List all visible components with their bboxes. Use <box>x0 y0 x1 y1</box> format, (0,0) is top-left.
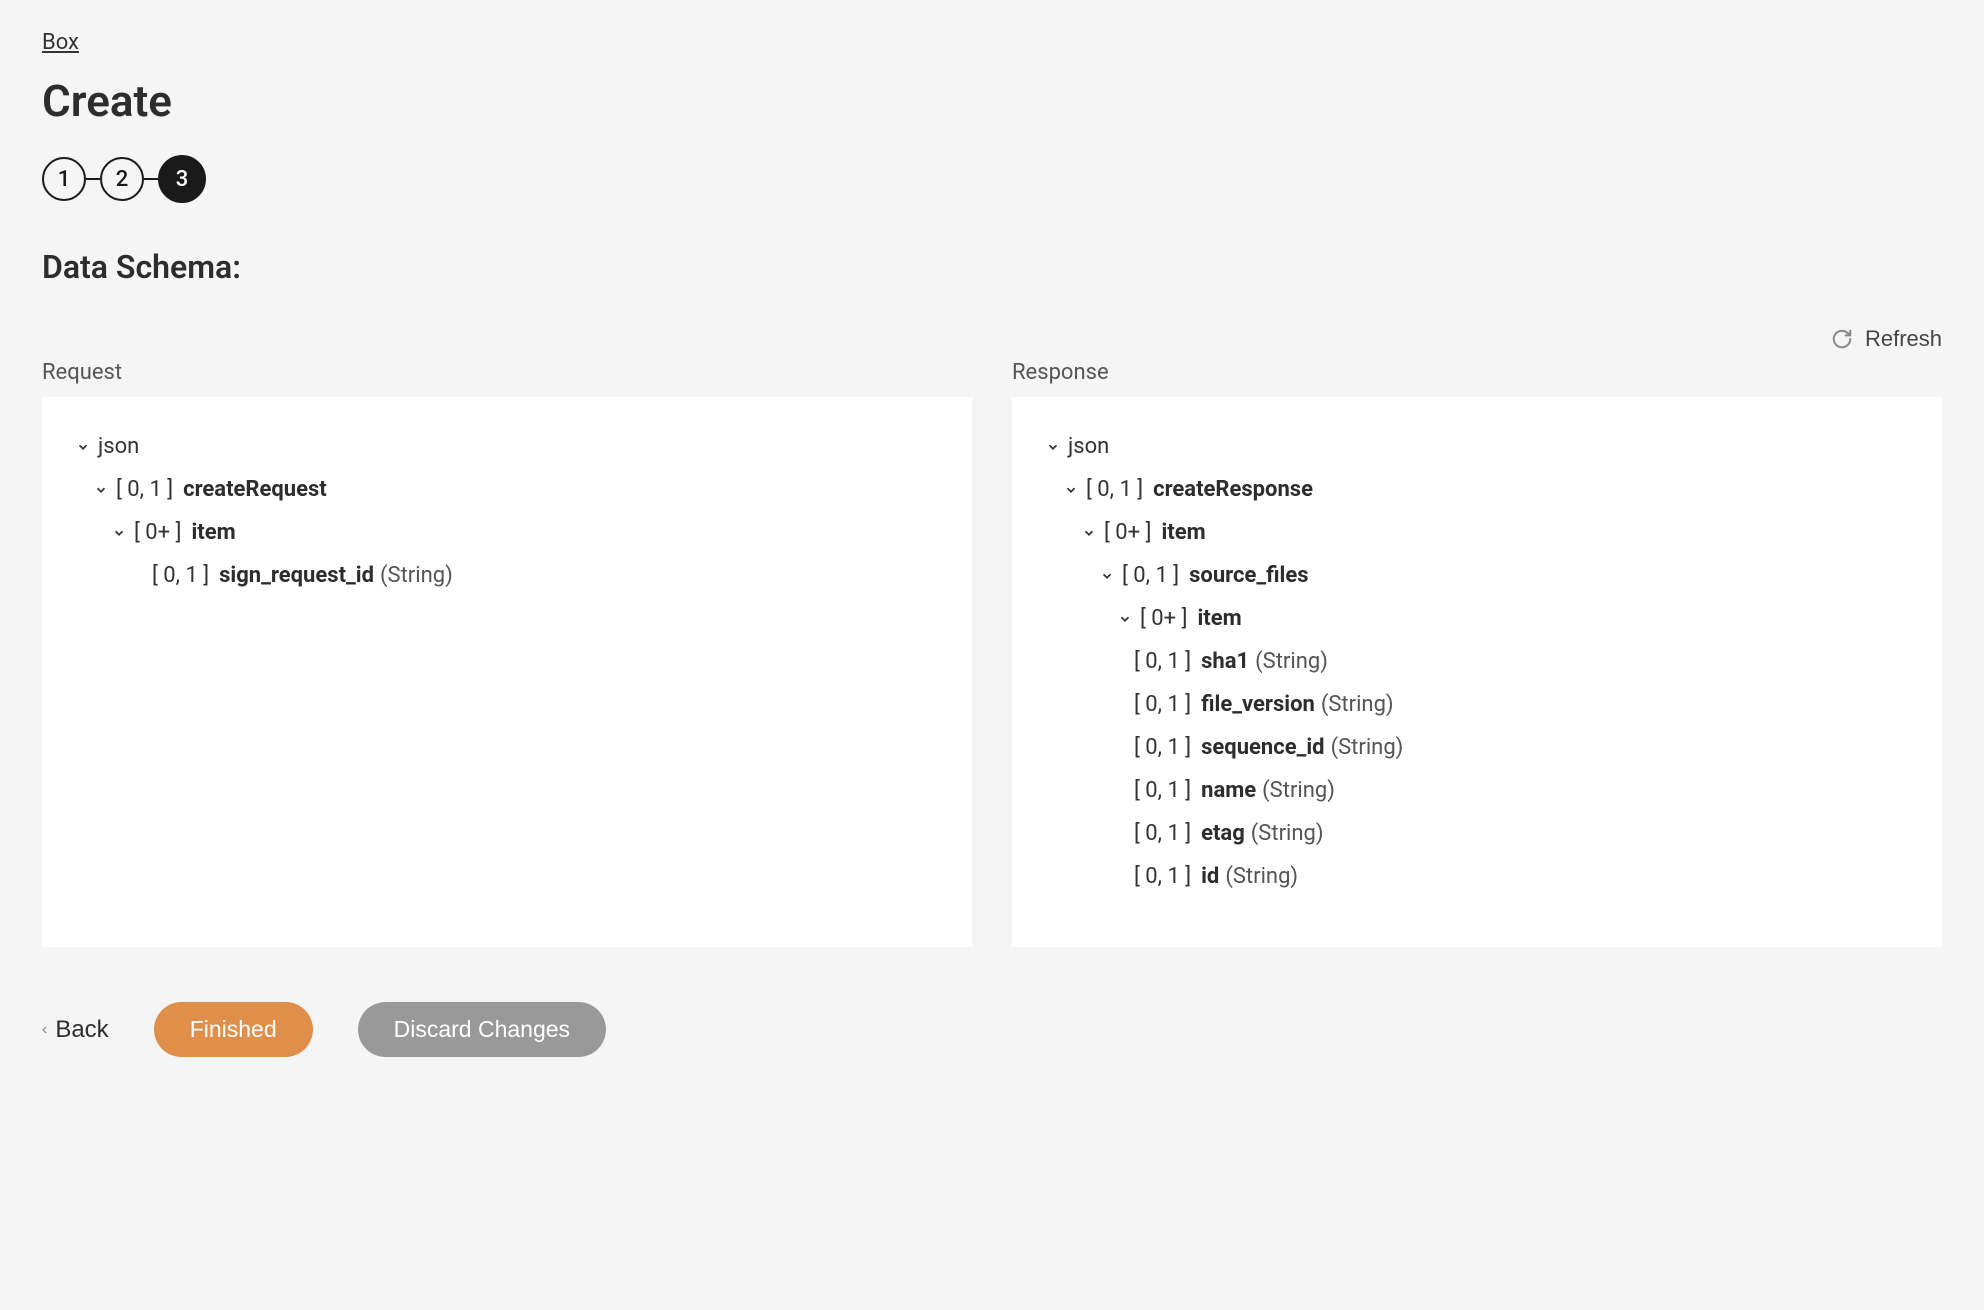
chevron-down-icon <box>1116 610 1134 628</box>
stepper: 1 2 3 <box>42 155 1942 203</box>
cardinality: [ 0, 1 ] <box>1134 774 1191 807</box>
node-name: sha1 <box>1201 645 1249 678</box>
cardinality: [ 0, 1 ] <box>1134 688 1191 721</box>
cardinality: [ 0+ ] <box>134 516 181 549</box>
cardinality: [ 0, 1 ] <box>1134 731 1191 764</box>
node-name: createResponse <box>1153 473 1313 506</box>
refresh-button[interactable]: Refresh <box>1831 326 1942 352</box>
node-name: file_version <box>1201 688 1315 721</box>
node-name: sign_request_id <box>219 559 374 592</box>
chevron-down-icon <box>1080 524 1098 542</box>
cardinality: [ 0, 1 ] <box>1134 817 1191 850</box>
cardinality: [ 0, 1 ] <box>1134 860 1191 893</box>
discard-button[interactable]: Discard Changes <box>358 1002 606 1057</box>
node-type: (String) <box>1262 774 1335 807</box>
node-name: item <box>1161 516 1205 549</box>
node-name: name <box>1201 774 1256 807</box>
node-name: id <box>1201 860 1219 893</box>
cardinality: [ 0, 1 ] <box>1134 645 1191 678</box>
chevron-down-icon <box>1098 567 1116 585</box>
cardinality: [ 0, 1 ] <box>1086 473 1143 506</box>
node-type: (String) <box>380 559 453 592</box>
tree-node-item[interactable]: [ 0+ ] item <box>74 511 940 554</box>
tree-node-item[interactable]: [ 0+ ] item <box>1044 511 1910 554</box>
node-name: item <box>191 516 235 549</box>
tree-node-sha1[interactable]: [ 0, 1 ] sha1 (String) <box>1044 640 1910 683</box>
step-connector <box>86 178 100 180</box>
tree-node-json[interactable]: json <box>1044 425 1910 468</box>
tree-node-id[interactable]: [ 0, 1 ] id (String) <box>1044 855 1910 898</box>
response-column: Response json [ 0, 1 ] createResponse <box>1012 360 1942 947</box>
chevron-down-icon <box>1062 481 1080 499</box>
back-button[interactable]: ‹ Back <box>42 1016 109 1044</box>
response-label: Response <box>1012 360 1942 385</box>
chevron-left-icon: ‹ <box>42 1021 47 1039</box>
chevron-down-icon <box>1044 438 1062 456</box>
breadcrumb-link-box[interactable]: Box <box>42 30 79 55</box>
tree-node-create-request[interactable]: [ 0, 1 ] createRequest <box>74 468 940 511</box>
request-panel: json [ 0, 1 ] createRequest [ 0+ ] item … <box>42 397 972 947</box>
tree-node-json[interactable]: json <box>74 425 940 468</box>
node-type: (String) <box>1321 688 1394 721</box>
cardinality: [ 0, 1 ] <box>152 559 209 592</box>
tree-node-item[interactable]: [ 0+ ] item <box>1044 597 1910 640</box>
finished-button[interactable]: Finished <box>154 1002 313 1057</box>
cardinality: [ 0+ ] <box>1104 516 1151 549</box>
node-name: source_files <box>1189 559 1308 592</box>
step-connector <box>144 178 158 180</box>
request-label: Request <box>42 360 972 385</box>
tree-node-create-response[interactable]: [ 0, 1 ] createResponse <box>1044 468 1910 511</box>
node-type: (String) <box>1251 817 1324 850</box>
request-column: Request json [ 0, 1 ] createRequest [ <box>42 360 972 947</box>
tree-node-source-files[interactable]: [ 0, 1 ] source_files <box>1044 554 1910 597</box>
chevron-down-icon <box>110 524 128 542</box>
tree-node-file-version[interactable]: [ 0, 1 ] file_version (String) <box>1044 683 1910 726</box>
breadcrumb: Box <box>42 30 1942 55</box>
cardinality: [ 0, 1 ] <box>1122 559 1179 592</box>
cardinality: [ 0, 1 ] <box>116 473 173 506</box>
node-type: (String) <box>1331 731 1404 764</box>
step-2[interactable]: 2 <box>100 157 144 201</box>
node-name: createRequest <box>183 473 327 506</box>
refresh-icon <box>1831 328 1853 350</box>
node-type: (String) <box>1255 645 1328 678</box>
chevron-down-icon <box>92 481 110 499</box>
node-name: sequence_id <box>1201 731 1324 764</box>
response-panel: json [ 0, 1 ] createResponse [ 0+ ] item <box>1012 397 1942 947</box>
page-title: Create <box>42 75 1942 127</box>
node-type: (String) <box>1225 860 1298 893</box>
tree-node-etag[interactable]: [ 0, 1 ] etag (String) <box>1044 812 1910 855</box>
chevron-down-icon <box>74 438 92 456</box>
cardinality: [ 0+ ] <box>1140 602 1187 635</box>
refresh-label: Refresh <box>1865 326 1942 352</box>
footer-actions: ‹ Back Finished Discard Changes <box>42 1002 1942 1057</box>
node-label: json <box>1068 430 1109 463</box>
tree-node-sign-request-id[interactable]: · [ 0, 1 ] sign_request_id (String) <box>74 554 940 597</box>
node-label: json <box>98 430 139 463</box>
step-3[interactable]: 3 <box>158 155 206 203</box>
step-1[interactable]: 1 <box>42 157 86 201</box>
node-name: item <box>1197 602 1241 635</box>
back-label: Back <box>55 1016 108 1044</box>
section-title: Data Schema: <box>42 248 1942 286</box>
tree-node-name[interactable]: [ 0, 1 ] name (String) <box>1044 769 1910 812</box>
tree-node-sequence-id[interactable]: [ 0, 1 ] sequence_id (String) <box>1044 726 1910 769</box>
node-name: etag <box>1201 817 1245 850</box>
